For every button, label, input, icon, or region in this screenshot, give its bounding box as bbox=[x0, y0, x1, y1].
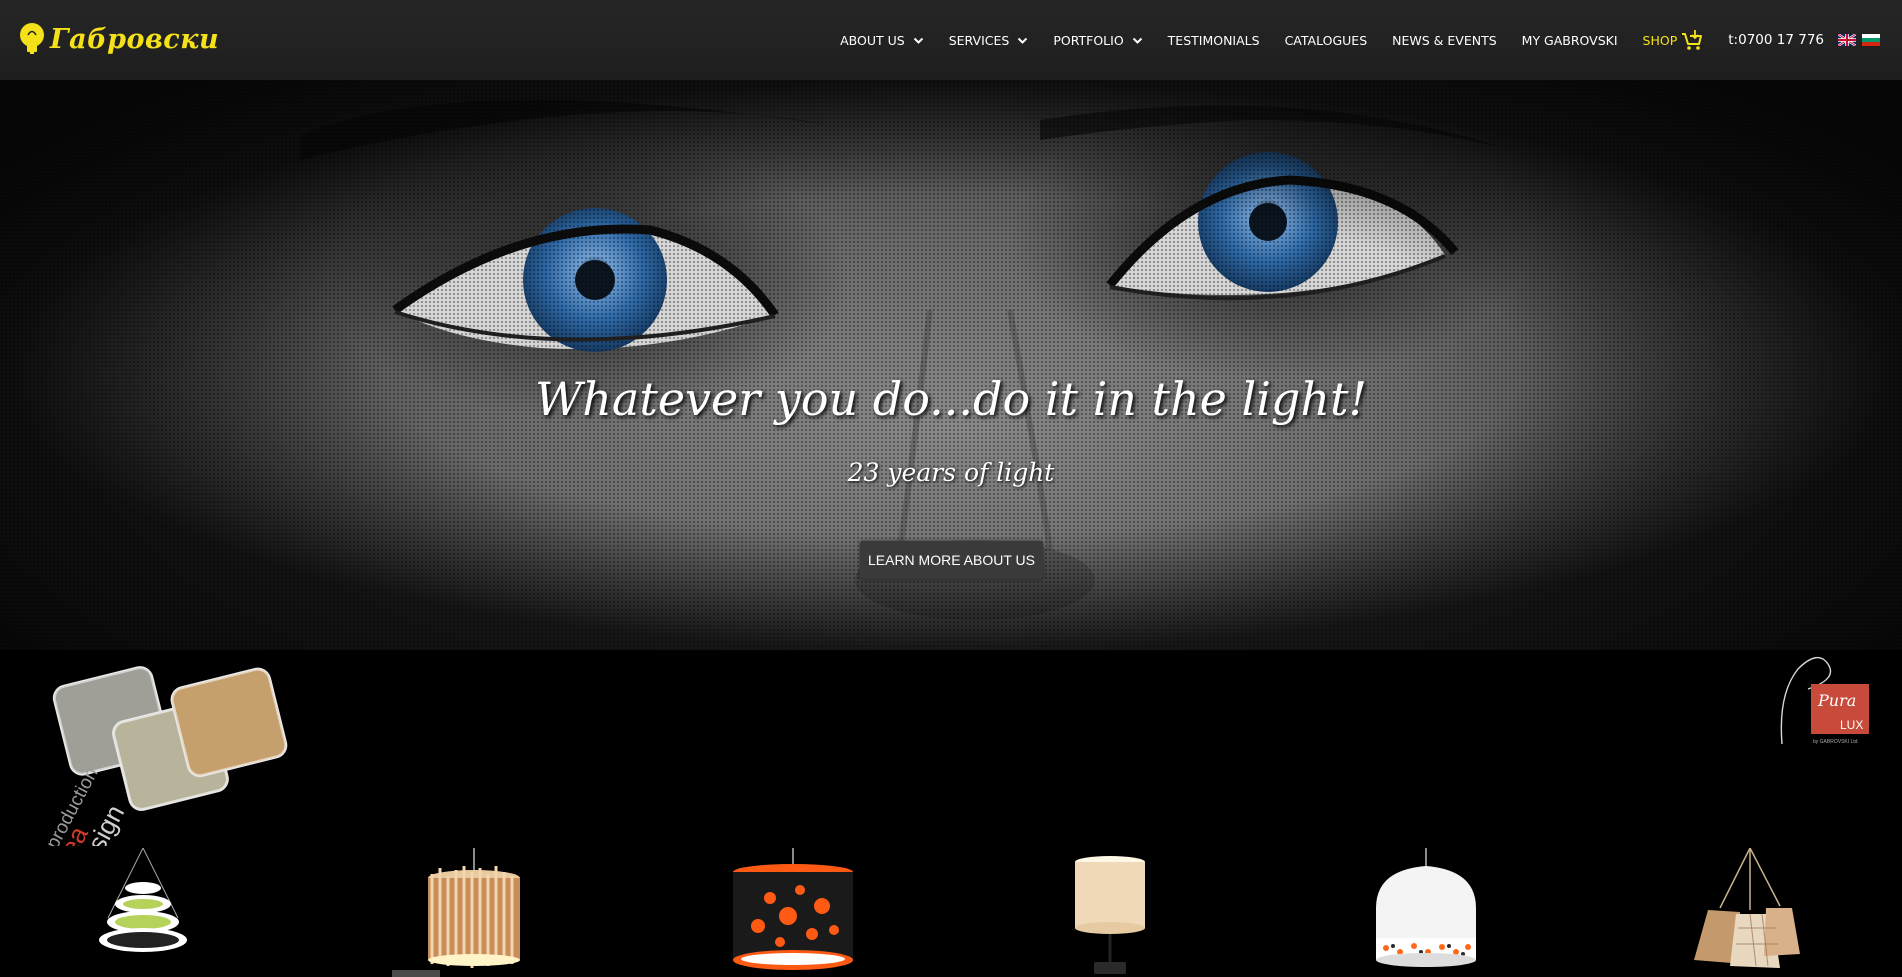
nav-shop[interactable]: SHOP bbox=[1643, 29, 1704, 51]
ring-pendant-lamp-icon[interactable] bbox=[98, 848, 188, 976]
logo-text: Габровски bbox=[50, 23, 220, 55]
site-header: Габровски ABOUT US SERVICES PORTFOLIO TE… bbox=[0, 0, 1902, 80]
nav-label: CATALOGUES bbox=[1284, 32, 1368, 48]
nav-my-gabrovski[interactable]: MY GABROVSKI bbox=[1522, 33, 1618, 48]
nav-label: TESTIMONIALS bbox=[1167, 32, 1260, 48]
lightbulb-icon bbox=[20, 23, 44, 54]
nav-label: NEWS & EVENTS bbox=[1392, 32, 1497, 48]
idea-design-logo[interactable]: production Idea design bbox=[20, 656, 310, 846]
shop-label: SHOP bbox=[1642, 32, 1678, 48]
nav-label: PORTFOLIO bbox=[1053, 32, 1124, 48]
hero-banner: Whatever you do...do it in the light! 23… bbox=[0, 80, 1902, 650]
nav-label: ABOUT US bbox=[840, 32, 905, 48]
lux-text: LUX bbox=[1840, 718, 1863, 732]
wood-slat-chandelier-icon[interactable] bbox=[418, 848, 530, 976]
fabric-cluster-pendant-icon[interactable] bbox=[1680, 848, 1802, 976]
puralux-logo[interactable]: Pura LUX by GABROVSKI Ltd bbox=[1768, 654, 1880, 749]
hero-title: Whatever you do...do it in the light! bbox=[535, 372, 1367, 426]
nav-catalogues[interactable]: CATALOGUES bbox=[1285, 33, 1368, 48]
hero-subtitle: 23 years of light bbox=[847, 458, 1055, 487]
nav-portfolio[interactable]: PORTFOLIO bbox=[1053, 33, 1142, 48]
chevron-down-icon bbox=[1018, 37, 1028, 44]
uk-flag-icon[interactable] bbox=[1838, 34, 1856, 46]
by-gabrovski-text: by GABROVSKI Ltd bbox=[1813, 739, 1858, 745]
white-dome-pendant-icon[interactable] bbox=[1370, 848, 1482, 976]
carousel-indicator[interactable] bbox=[392, 970, 440, 977]
black-orange-drum-lamp-icon[interactable] bbox=[730, 848, 856, 976]
main-nav: ABOUT US SERVICES PORTFOLIO TESTIMONIALS… bbox=[840, 0, 1902, 80]
site-logo[interactable]: Габровски bbox=[18, 22, 219, 56]
phone-number[interactable]: t:0700 17 776 bbox=[1728, 32, 1824, 48]
chevron-down-icon bbox=[913, 37, 923, 44]
nav-about-us[interactable]: ABOUT US bbox=[840, 33, 924, 48]
pura-text: Pura bbox=[1817, 691, 1856, 710]
nav-services[interactable]: SERVICES bbox=[949, 33, 1029, 48]
bg-flag-icon[interactable] bbox=[1862, 34, 1880, 46]
nav-testimonials[interactable]: TESTIMONIALS bbox=[1168, 33, 1260, 48]
chevron-down-icon bbox=[1132, 37, 1142, 44]
nav-label: SERVICES bbox=[948, 32, 1010, 48]
cart-icon bbox=[1682, 30, 1703, 50]
learn-more-button[interactable]: LEARN MORE ABOUT US bbox=[860, 541, 1043, 579]
cream-table-lamp-icon[interactable] bbox=[1072, 854, 1148, 976]
nav-news-events[interactable]: NEWS & EVENTS bbox=[1392, 33, 1497, 48]
products-section: production Idea design Pura LUX by GABRO… bbox=[0, 650, 1902, 977]
nav-label: MY GABROVSKI bbox=[1521, 32, 1618, 48]
